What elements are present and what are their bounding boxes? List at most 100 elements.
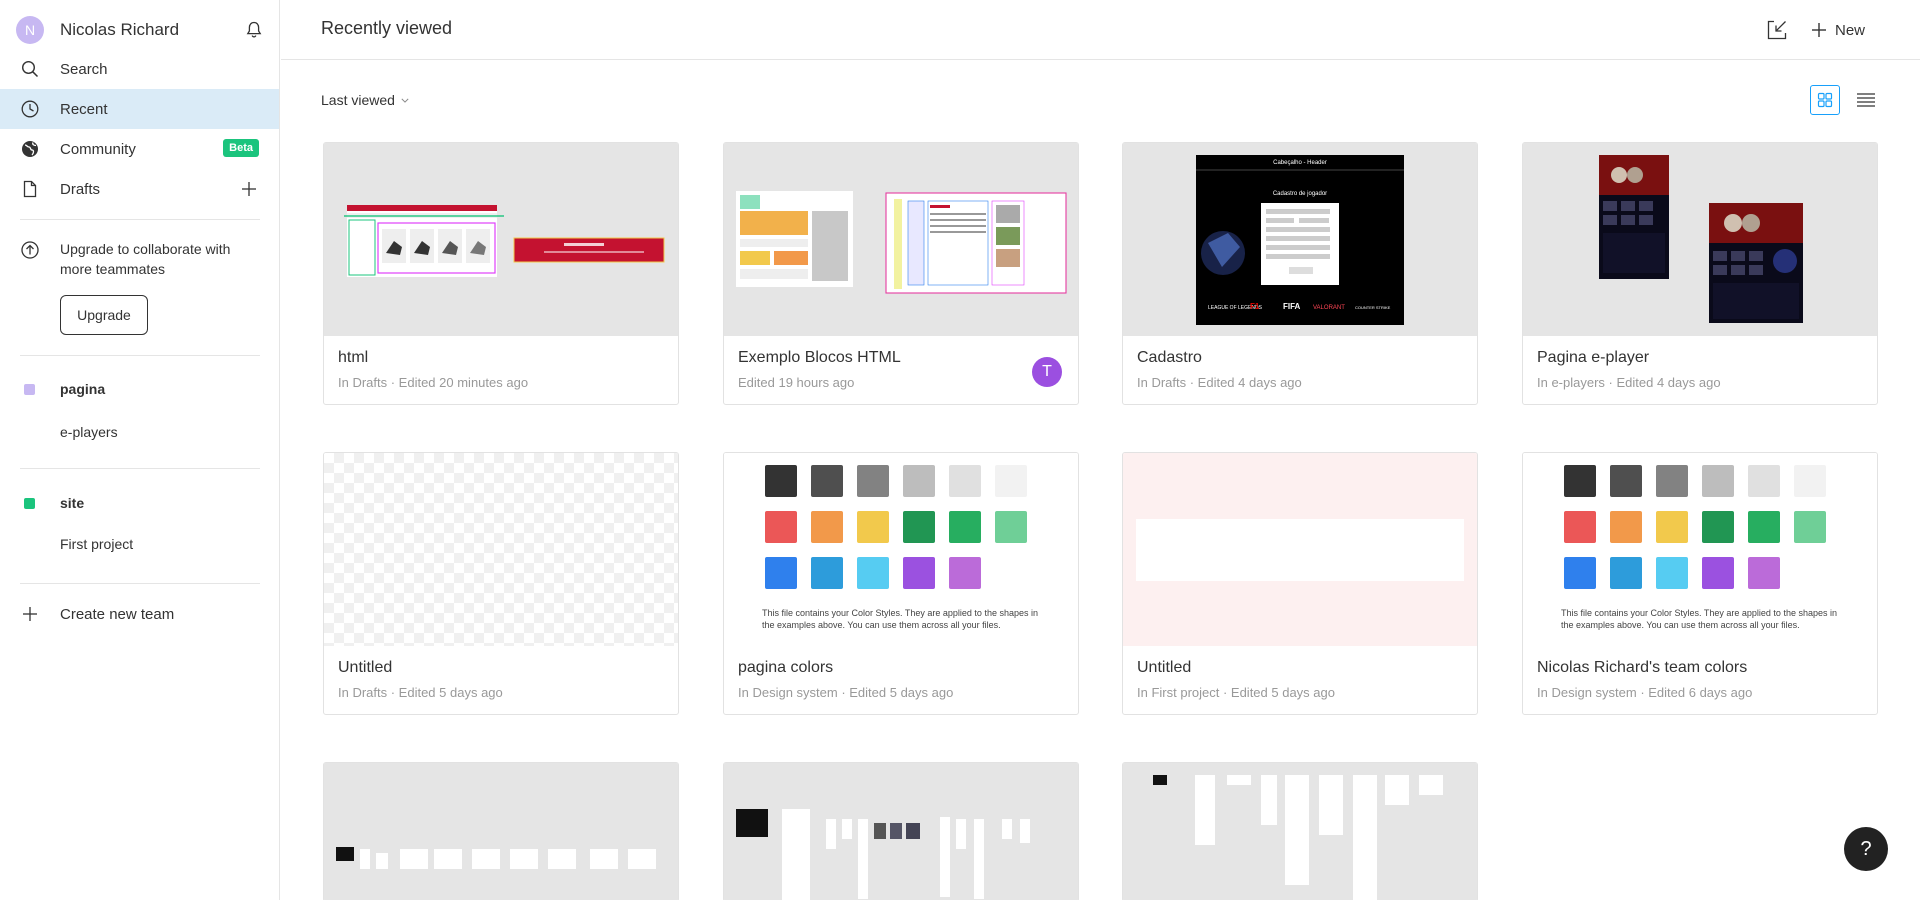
upgrade-arrow-icon bbox=[21, 241, 39, 259]
color-swatch bbox=[857, 511, 889, 543]
color-swatch bbox=[1794, 511, 1826, 543]
file-thumbnail bbox=[1123, 763, 1477, 900]
beta-badge: Beta bbox=[223, 139, 259, 157]
file-name: Cadastro bbox=[1137, 349, 1202, 366]
sidebar-item-label: Recent bbox=[60, 100, 108, 118]
color-swatch bbox=[765, 511, 797, 543]
collaborator-avatar: T bbox=[1032, 357, 1062, 387]
avatar[interactable]: N bbox=[16, 16, 44, 44]
color-styles-caption: This file contains your Color Styles. Th… bbox=[1561, 608, 1837, 630]
upgrade-message: Upgrade to collaborate with more teammat… bbox=[60, 241, 231, 277]
color-swatch bbox=[857, 557, 889, 589]
sidebar-item-search[interactable]: Search bbox=[0, 49, 279, 89]
clock-icon bbox=[20, 99, 40, 119]
import-file-icon[interactable] bbox=[1766, 19, 1788, 41]
new-button-label: New bbox=[1835, 21, 1866, 39]
sidebar-item-recent[interactable]: Recent bbox=[0, 89, 279, 129]
divider bbox=[20, 219, 260, 220]
project-first-project[interactable]: First project bbox=[60, 536, 133, 552]
file-meta: In Design system · Edited 6 days ago bbox=[1537, 685, 1753, 700]
color-swatch bbox=[1702, 511, 1734, 543]
file-card[interactable]: Cabeçalho - Header Cadastro de jogador L… bbox=[1122, 142, 1478, 405]
add-draft-button[interactable] bbox=[239, 179, 259, 199]
chevron-down-icon bbox=[401, 98, 409, 103]
color-swatch bbox=[1702, 465, 1734, 497]
globe-icon bbox=[20, 139, 40, 159]
upgrade-button[interactable]: Upgrade bbox=[60, 295, 148, 335]
divider bbox=[20, 583, 260, 584]
color-swatch bbox=[765, 557, 797, 589]
file-card[interactable] bbox=[723, 762, 1079, 900]
sidebar-item-community[interactable]: Community Beta bbox=[0, 129, 279, 169]
file-thumbnail bbox=[724, 763, 1078, 900]
sidebar: N Nicolas Richard Search Recent Communit… bbox=[0, 0, 280, 900]
color-swatch bbox=[1656, 465, 1688, 497]
color-swatch bbox=[903, 465, 935, 497]
sidebar-item-drafts[interactable]: Drafts bbox=[0, 169, 279, 209]
create-team-label: Create new team bbox=[60, 605, 175, 623]
list-view-button[interactable] bbox=[1851, 85, 1881, 115]
file-card[interactable] bbox=[1122, 762, 1478, 900]
color-swatch bbox=[903, 557, 935, 589]
team-pagina[interactable]: pagina bbox=[0, 377, 279, 401]
color-swatch bbox=[1564, 557, 1596, 589]
color-swatch bbox=[1748, 557, 1780, 589]
color-swatch bbox=[1564, 465, 1596, 497]
team-site[interactable]: site bbox=[0, 491, 279, 515]
file-thumbnail bbox=[324, 453, 678, 646]
color-swatch bbox=[1702, 557, 1734, 589]
file-name: Exemplo Blocos HTML bbox=[738, 349, 901, 366]
file-thumbnail bbox=[1523, 143, 1877, 336]
color-swatch bbox=[949, 511, 981, 543]
file-thumbnail: This file contains your Color Styles. Th… bbox=[724, 453, 1078, 646]
file-icon bbox=[20, 179, 40, 199]
color-swatch bbox=[1656, 557, 1688, 589]
divider bbox=[20, 468, 260, 469]
new-file-button[interactable]: New bbox=[1811, 16, 1865, 44]
grid-view-button[interactable] bbox=[1810, 85, 1840, 115]
file-thumbnail bbox=[1123, 453, 1477, 646]
team-color-swatch bbox=[24, 384, 35, 395]
sort-label: Last viewed bbox=[321, 92, 395, 108]
file-card[interactable]: Untitled In Drafts · Edited 5 days ago bbox=[323, 452, 679, 715]
help-button[interactable]: ? bbox=[1844, 827, 1888, 871]
file-name: Untitled bbox=[1137, 659, 1192, 676]
top-bar: Recently viewed New bbox=[281, 0, 1920, 60]
file-meta: In e-players · Edited 4 days ago bbox=[1537, 375, 1721, 390]
file-thumbnail: This file contains your Color Styles. Th… bbox=[1523, 453, 1877, 646]
file-card[interactable]: This file contains your Color Styles. Th… bbox=[1522, 452, 1878, 715]
file-thumbnail bbox=[724, 143, 1078, 336]
user-menu[interactable]: N Nicolas Richard bbox=[16, 16, 264, 44]
thumb-brand-fifa: FIFA bbox=[1283, 302, 1301, 311]
team-color-swatch bbox=[24, 498, 35, 509]
file-name: Pagina e-player bbox=[1537, 349, 1650, 366]
file-card[interactable]: Exemplo Blocos HTML Edited 19 hours ago … bbox=[723, 142, 1079, 405]
thumb-brand-f1: F1 bbox=[1250, 302, 1260, 311]
grid-icon bbox=[1817, 92, 1833, 108]
sidebar-item-label: Community bbox=[60, 140, 136, 158]
file-card[interactable]: Untitled In First project · Edited 5 day… bbox=[1122, 452, 1478, 715]
list-icon bbox=[1857, 93, 1875, 107]
file-meta: In Drafts · Edited 20 minutes ago bbox=[338, 375, 529, 390]
file-name: html bbox=[338, 349, 369, 366]
bell-icon[interactable] bbox=[244, 20, 264, 40]
file-card[interactable]: This file contains your Color Styles. Th… bbox=[723, 452, 1079, 715]
file-card[interactable]: html In Drafts · Edited 20 minutes ago bbox=[323, 142, 679, 405]
create-team-button[interactable]: Create new team bbox=[0, 602, 279, 626]
color-swatch bbox=[1610, 557, 1642, 589]
file-card[interactable]: Pagina e-player In e-players · Edited 4 … bbox=[1522, 142, 1878, 405]
color-swatch bbox=[949, 465, 981, 497]
project-e-players[interactable]: e-players bbox=[60, 424, 118, 440]
file-meta: Edited 19 hours ago bbox=[738, 375, 855, 390]
color-swatch bbox=[1748, 511, 1780, 543]
file-thumbnail: Cabeçalho - Header Cadastro de jogador L… bbox=[1123, 143, 1477, 336]
color-swatch bbox=[1794, 465, 1826, 497]
plus-icon bbox=[1812, 23, 1826, 37]
color-swatch bbox=[1656, 511, 1688, 543]
sort-dropdown[interactable]: Last viewed bbox=[321, 90, 409, 110]
file-card[interactable] bbox=[323, 762, 679, 900]
user-name[interactable]: Nicolas Richard bbox=[60, 20, 179, 40]
divider bbox=[20, 355, 260, 356]
plus-icon bbox=[23, 607, 37, 621]
color-swatch bbox=[995, 465, 1027, 497]
